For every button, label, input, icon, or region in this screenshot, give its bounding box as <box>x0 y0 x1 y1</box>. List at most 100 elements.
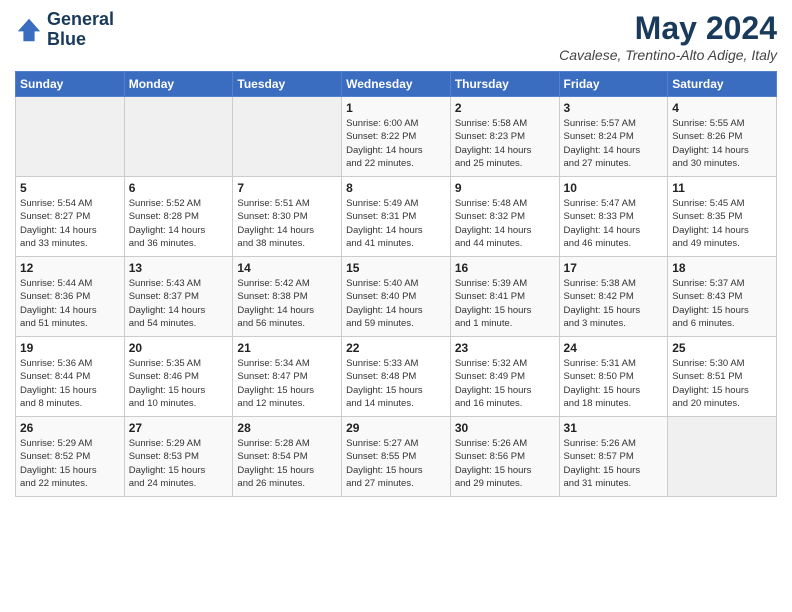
title-block: May 2024 Cavalese, Trentino-Alto Adige, … <box>559 10 777 63</box>
calendar-table: SundayMondayTuesdayWednesdayThursdayFrid… <box>15 71 777 497</box>
calendar-cell: 23 Sunrise: 5:32 AM Sunset: 8:49 PM Dayli… <box>450 337 559 417</box>
day-number: 11 <box>672 181 772 195</box>
day-number: 28 <box>237 421 337 435</box>
day-number: 6 <box>129 181 229 195</box>
week-row-1: 1 Sunrise: 6:00 AM Sunset: 8:22 PM Daylig… <box>16 97 777 177</box>
calendar-cell: 8Sunrise: 5:49 AM Sunset: 8:31 PM Daylig… <box>342 177 451 257</box>
day-info: Sunrise: 5:57 AM Sunset: 8:24 PM Dayligh… <box>564 117 664 170</box>
calendar-cell: 25Sunrise: 5:30 AM Sunset: 8:51 PM Dayli… <box>668 337 777 417</box>
calendar-cell: 16 Sunrise: 5:39 AM Sunset: 8:41 PM Dayli… <box>450 257 559 337</box>
calendar-cell: 6 Sunrise: 5:52 AM Sunset: 8:28 PM Daylig… <box>124 177 233 257</box>
day-header-wednesday: Wednesday <box>342 72 451 97</box>
calendar-cell: 30 Sunrise: 5:26 AM Sunset: 8:56 PM Dayli… <box>450 417 559 497</box>
calendar-cell: 4 Sunrise: 5:55 AM Sunset: 8:26 PM Daylig… <box>668 97 777 177</box>
day-number: 12 <box>20 261 120 275</box>
day-number: 4 <box>672 101 772 115</box>
day-header-monday: Monday <box>124 72 233 97</box>
day-number: 15 <box>346 261 446 275</box>
day-info: Sunrise: 5:30 AM Sunset: 8:51 PM Dayligh… <box>672 357 772 410</box>
day-info: Sunrise: 5:33 AM Sunset: 8:48 PM Dayligh… <box>346 357 446 410</box>
calendar-cell: 19 Sunrise: 5:36 AM Sunset: 8:44 PM Dayli… <box>16 337 125 417</box>
calendar-cell <box>16 97 125 177</box>
calendar-cell: 1 Sunrise: 6:00 AM Sunset: 8:22 PM Daylig… <box>342 97 451 177</box>
day-header-friday: Friday <box>559 72 668 97</box>
day-number: 16 <box>455 261 555 275</box>
day-number: 9 <box>455 181 555 195</box>
day-number: 27 <box>129 421 229 435</box>
day-info: Sunrise: 5:44 AM Sunset: 8:36 PM Dayligh… <box>20 277 120 330</box>
logo: General Blue <box>15 10 114 50</box>
calendar-cell: 11Sunrise: 5:45 AM Sunset: 8:35 PM Dayli… <box>668 177 777 257</box>
day-header-saturday: Saturday <box>668 72 777 97</box>
calendar-cell: 31 Sunrise: 5:26 AM Sunset: 8:57 PM Dayli… <box>559 417 668 497</box>
day-info: Sunrise: 5:39 AM Sunset: 8:41 PM Dayligh… <box>455 277 555 330</box>
day-header-tuesday: Tuesday <box>233 72 342 97</box>
day-number: 22 <box>346 341 446 355</box>
week-row-5: 26Sunrise: 5:29 AM Sunset: 8:52 PM Dayli… <box>16 417 777 497</box>
week-row-2: 5 Sunrise: 5:54 AM Sunset: 8:27 PM Daylig… <box>16 177 777 257</box>
calendar-cell: 28 Sunrise: 5:28 AM Sunset: 8:54 PM Dayli… <box>233 417 342 497</box>
calendar-cell: 15 Sunrise: 5:40 AM Sunset: 8:40 PM Dayli… <box>342 257 451 337</box>
day-number: 5 <box>20 181 120 195</box>
calendar-cell: 27 Sunrise: 5:29 AM Sunset: 8:53 PM Dayli… <box>124 417 233 497</box>
calendar-cell: 2 Sunrise: 5:58 AM Sunset: 8:23 PM Daylig… <box>450 97 559 177</box>
day-number: 2 <box>455 101 555 115</box>
calendar-cell: 9 Sunrise: 5:48 AM Sunset: 8:32 PM Daylig… <box>450 177 559 257</box>
day-info: Sunrise: 5:52 AM Sunset: 8:28 PM Dayligh… <box>129 197 229 250</box>
day-info: Sunrise: 5:29 AM Sunset: 8:53 PM Dayligh… <box>129 437 229 490</box>
day-info: Sunrise: 5:38 AM Sunset: 8:42 PM Dayligh… <box>564 277 664 330</box>
calendar-cell: 7Sunrise: 5:51 AM Sunset: 8:30 PM Daylig… <box>233 177 342 257</box>
week-row-4: 19 Sunrise: 5:36 AM Sunset: 8:44 PM Dayli… <box>16 337 777 417</box>
day-number: 21 <box>237 341 337 355</box>
day-number: 23 <box>455 341 555 355</box>
day-info: Sunrise: 5:32 AM Sunset: 8:49 PM Dayligh… <box>455 357 555 410</box>
day-number: 1 <box>346 101 446 115</box>
day-number: 31 <box>564 421 664 435</box>
day-number: 8 <box>346 181 446 195</box>
day-header-thursday: Thursday <box>450 72 559 97</box>
day-info: Sunrise: 5:36 AM Sunset: 8:44 PM Dayligh… <box>20 357 120 410</box>
day-number: 24 <box>564 341 664 355</box>
calendar-body: 1 Sunrise: 6:00 AM Sunset: 8:22 PM Daylig… <box>16 97 777 497</box>
page-header: General Blue May 2024 Cavalese, Trentino… <box>15 10 777 63</box>
calendar-cell: 5 Sunrise: 5:54 AM Sunset: 8:27 PM Daylig… <box>16 177 125 257</box>
calendar-cell: 21 Sunrise: 5:34 AM Sunset: 8:47 PM Dayli… <box>233 337 342 417</box>
calendar-cell: 10Sunrise: 5:47 AM Sunset: 8:33 PM Dayli… <box>559 177 668 257</box>
day-info: Sunrise: 5:54 AM Sunset: 8:27 PM Dayligh… <box>20 197 120 250</box>
day-number: 29 <box>346 421 446 435</box>
day-info: Sunrise: 5:48 AM Sunset: 8:32 PM Dayligh… <box>455 197 555 250</box>
calendar-cell: 24 Sunrise: 5:31 AM Sunset: 8:50 PM Dayli… <box>559 337 668 417</box>
calendar-header-row: SundayMondayTuesdayWednesdayThursdayFrid… <box>16 72 777 97</box>
logo-icon <box>15 16 43 44</box>
location: Cavalese, Trentino-Alto Adige, Italy <box>559 47 777 63</box>
day-info: Sunrise: 5:55 AM Sunset: 8:26 PM Dayligh… <box>672 117 772 170</box>
day-number: 13 <box>129 261 229 275</box>
day-number: 30 <box>455 421 555 435</box>
day-info: Sunrise: 5:34 AM Sunset: 8:47 PM Dayligh… <box>237 357 337 410</box>
calendar-cell: 13 Sunrise: 5:43 AM Sunset: 8:37 PM Dayli… <box>124 257 233 337</box>
day-number: 19 <box>20 341 120 355</box>
day-number: 3 <box>564 101 664 115</box>
day-info: Sunrise: 5:26 AM Sunset: 8:56 PM Dayligh… <box>455 437 555 490</box>
day-info: Sunrise: 5:26 AM Sunset: 8:57 PM Dayligh… <box>564 437 664 490</box>
day-info: Sunrise: 5:51 AM Sunset: 8:30 PM Dayligh… <box>237 197 337 250</box>
day-number: 18 <box>672 261 772 275</box>
calendar-cell: 29Sunrise: 5:27 AM Sunset: 8:55 PM Dayli… <box>342 417 451 497</box>
day-number: 17 <box>564 261 664 275</box>
day-number: 14 <box>237 261 337 275</box>
calendar-cell: 18Sunrise: 5:37 AM Sunset: 8:43 PM Dayli… <box>668 257 777 337</box>
calendar-cell: 26Sunrise: 5:29 AM Sunset: 8:52 PM Dayli… <box>16 417 125 497</box>
day-info: Sunrise: 5:58 AM Sunset: 8:23 PM Dayligh… <box>455 117 555 170</box>
day-number: 20 <box>129 341 229 355</box>
day-info: Sunrise: 5:42 AM Sunset: 8:38 PM Dayligh… <box>237 277 337 330</box>
day-info: Sunrise: 5:31 AM Sunset: 8:50 PM Dayligh… <box>564 357 664 410</box>
day-header-sunday: Sunday <box>16 72 125 97</box>
calendar-cell: 20 Sunrise: 5:35 AM Sunset: 8:46 PM Dayli… <box>124 337 233 417</box>
day-info: Sunrise: 5:40 AM Sunset: 8:40 PM Dayligh… <box>346 277 446 330</box>
logo-text: General Blue <box>47 10 114 50</box>
calendar-cell: 17 Sunrise: 5:38 AM Sunset: 8:42 PM Dayli… <box>559 257 668 337</box>
day-info: Sunrise: 6:00 AM Sunset: 8:22 PM Dayligh… <box>346 117 446 170</box>
day-info: Sunrise: 5:28 AM Sunset: 8:54 PM Dayligh… <box>237 437 337 490</box>
day-info: Sunrise: 5:43 AM Sunset: 8:37 PM Dayligh… <box>129 277 229 330</box>
day-info: Sunrise: 5:35 AM Sunset: 8:46 PM Dayligh… <box>129 357 229 410</box>
